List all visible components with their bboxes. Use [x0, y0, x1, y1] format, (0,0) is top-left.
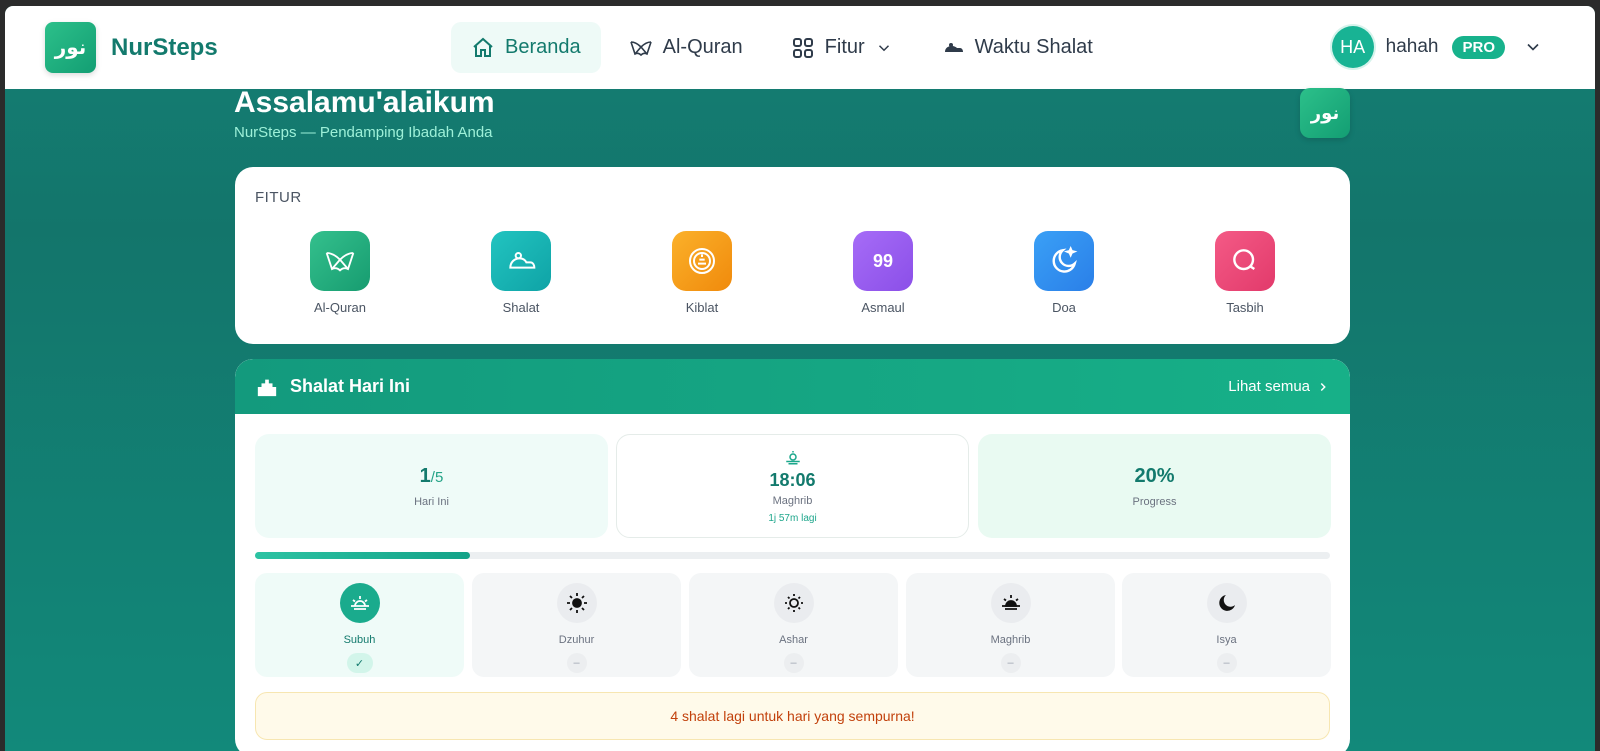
tasbih-icon	[1215, 231, 1275, 291]
brand[interactable]: نور NurSteps	[45, 22, 218, 73]
chevron-down-icon	[1527, 43, 1539, 51]
next-prayer-remaining: 1j 57m lagi	[768, 513, 817, 524]
prayer-card-maghrib[interactable]: Maghrib –	[906, 573, 1115, 677]
stat-next-prayer: 18:06 Maghrib 1j 57m lagi	[616, 434, 969, 538]
grid-icon	[792, 37, 813, 58]
username: hahah	[1385, 36, 1439, 57]
pro-badge: PRO	[1452, 35, 1505, 59]
app-window: نور NurSteps Beranda Al-Quran Fitur Wakt…	[5, 6, 1595, 751]
prayer-today-card: Shalat Hari Ini Lihat semua 1/5 Hari Ini…	[235, 359, 1350, 751]
done-label: Hari Ini	[414, 495, 449, 508]
brand-name: NurSteps	[111, 33, 218, 61]
asmaul-number: 99	[872, 250, 894, 271]
feature-asmaul[interactable]: 99 Asmaul	[823, 231, 943, 315]
feature-doa[interactable]: Doa	[1004, 231, 1124, 315]
see-all-label: Lihat semua	[1228, 378, 1310, 395]
nav-label-fitur: Fitur	[824, 36, 865, 58]
quran-icon	[310, 231, 370, 291]
brand-logo: نور	[45, 22, 96, 73]
progress-bar-fill	[255, 552, 470, 559]
status-dash[interactable]: –	[1216, 653, 1237, 673]
prayer-card-dzuhur[interactable]: Dzuhur –	[472, 573, 681, 677]
sun-icon	[556, 583, 597, 623]
avatar: HA	[1331, 26, 1374, 68]
prayer-card-ashar[interactable]: Ashar –	[689, 573, 898, 677]
feature-tasbih[interactable]: Tasbih	[1185, 231, 1305, 315]
features-card: FITUR Al-Quran Shalat Kiblat 99 Asmaul D…	[235, 167, 1350, 344]
nav-label-beranda: Beranda	[505, 36, 581, 58]
feature-al-quran[interactable]: Al-Quran	[280, 231, 400, 315]
feature-label: Shalat	[502, 300, 540, 315]
prayer-name: Ashar	[779, 634, 808, 646]
main-nav: Beranda Al-Quran Fitur Waktu Shalat	[451, 22, 1113, 73]
progress-percent: 20%	[1134, 464, 1175, 487]
stat-done-today: 1/5 Hari Ini	[255, 434, 608, 538]
feature-label: Doa	[1052, 300, 1076, 315]
completion-notice: 4 shalat lagi untuk hari yang sempurna!	[255, 692, 1330, 740]
prayer-name: Isya	[1216, 634, 1237, 646]
home-icon	[473, 37, 493, 57]
number-99-icon: 99	[853, 231, 913, 291]
status-dash[interactable]: –	[566, 653, 587, 673]
check-icon[interactable]: ✓	[346, 653, 373, 673]
nav-item-fitur[interactable]: Fitur	[771, 22, 913, 73]
feature-label: Asmaul	[861, 300, 905, 315]
prayer-card-isya[interactable]: Isya –	[1122, 573, 1331, 677]
status-dash[interactable]: –	[1000, 653, 1021, 673]
sunset-icon	[785, 451, 800, 465]
progress-bar	[255, 552, 1330, 559]
greeting-subtitle: NurSteps — Pendamping Ibadah Anda	[234, 124, 493, 141]
status-dash[interactable]: –	[783, 653, 804, 673]
feature-label: Kiblat	[685, 300, 719, 315]
nav-label-al-quran: Al-Quran	[662, 36, 743, 58]
feature-shalat[interactable]: Shalat	[461, 231, 581, 315]
prayer-today-title: Shalat Hari Ini	[290, 376, 411, 396]
hero-logo: نور	[1300, 88, 1350, 138]
sunrise-icon	[339, 583, 380, 623]
mosque-icon	[257, 379, 277, 397]
feature-label: Al-Quran	[313, 300, 367, 315]
greeting-title: Assalamu'alaikum	[234, 86, 495, 119]
see-all-link[interactable]: Lihat semua	[1228, 378, 1330, 395]
sunset-icon	[990, 583, 1031, 623]
nav-item-al-quran[interactable]: Al-Quran	[609, 22, 763, 73]
prayer-card-subuh[interactable]: Subuh ✓	[255, 573, 464, 677]
prayer-name: Maghrib	[990, 634, 1031, 646]
navbar: نور NurSteps Beranda Al-Quran Fitur Wakt…	[5, 6, 1595, 89]
chevron-right-icon	[1320, 382, 1326, 391]
feature-label: Tasbih	[1226, 300, 1264, 315]
stat-progress: 20% Progress	[978, 434, 1331, 538]
nav-item-waktu-shalat[interactable]: Waktu Shalat	[921, 22, 1113, 73]
quran-icon	[629, 40, 652, 56]
features-label: FITUR	[255, 189, 302, 206]
next-prayer-name: Maghrib	[772, 495, 813, 507]
done-count-value: 1/5	[420, 465, 444, 488]
compass-icon	[672, 231, 732, 291]
sun-low-icon	[773, 583, 814, 623]
done-total: /5	[430, 468, 444, 486]
next-prayer-time: 18:06	[769, 470, 816, 490]
moon-icon	[1206, 583, 1247, 623]
prayer-name: Subuh	[343, 634, 376, 646]
done-count: 1	[419, 464, 431, 487]
moon-star-icon	[1034, 231, 1094, 291]
prayer-name: Dzuhur	[558, 634, 595, 646]
nav-label-waktu-shalat: Waktu Shalat	[974, 36, 1093, 58]
nav-item-beranda[interactable]: Beranda	[451, 22, 601, 73]
prayer-today-header: Shalat Hari Ini Lihat semua	[235, 359, 1350, 414]
prayer-icon	[491, 231, 551, 291]
prayer-mat-icon	[944, 42, 963, 52]
chevron-down-icon	[878, 44, 889, 51]
feature-kiblat[interactable]: Kiblat	[642, 231, 762, 315]
progress-label: Progress	[1132, 495, 1177, 508]
user-menu[interactable]: HA hahah PRO	[1331, 26, 1543, 68]
